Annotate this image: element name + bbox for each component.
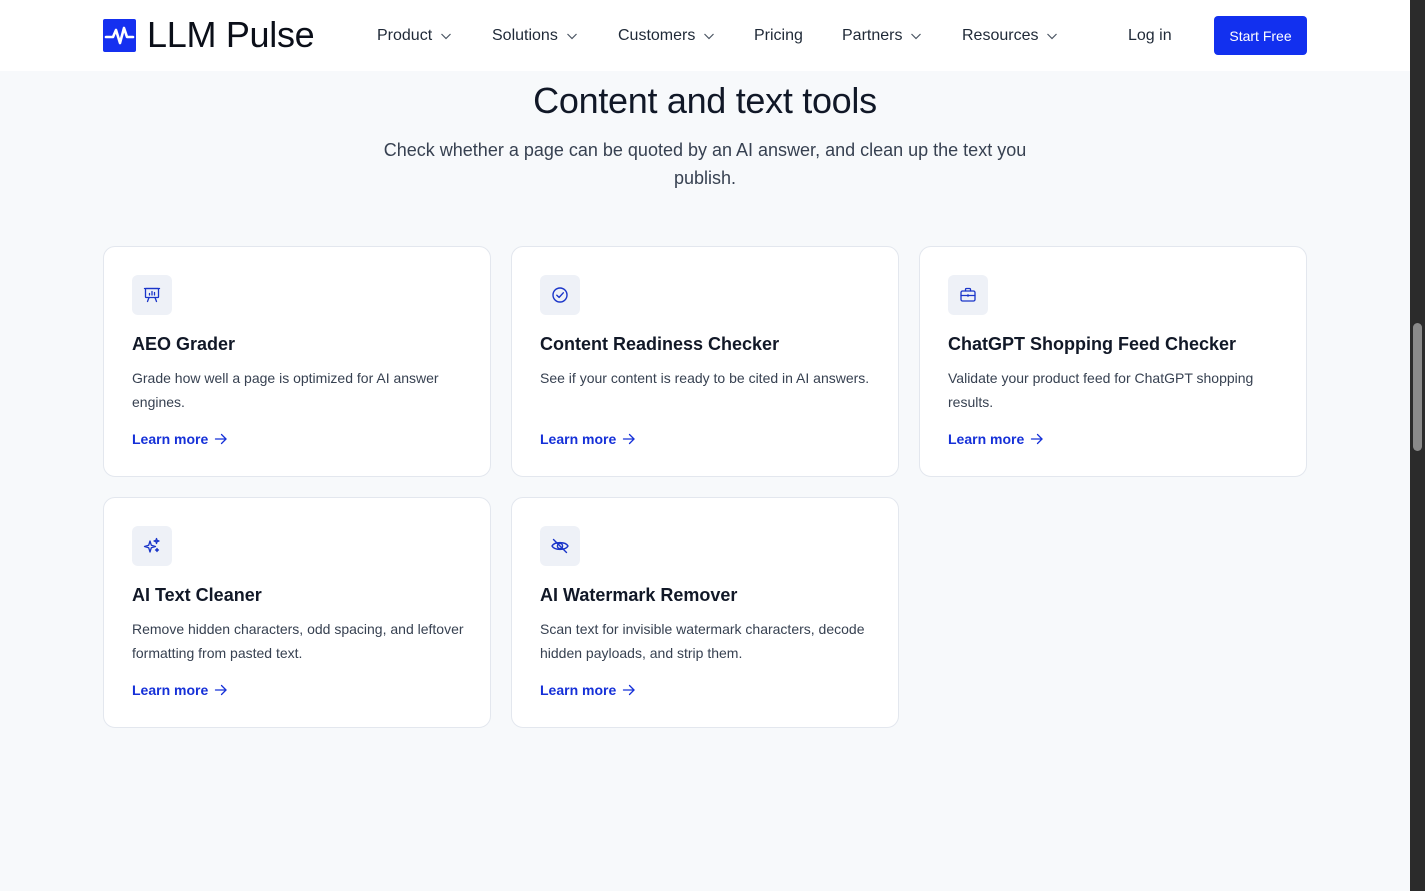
learn-more-link[interactable]: Learn more [540,430,636,448]
tool-card-ai-text-cleaner[interactable]: AI Text Cleaner Remove hidden characters… [103,497,491,728]
nav-product-label: Product [377,27,433,44]
arrow-right-icon [1031,433,1043,445]
nav-solutions-label: Solutions [492,27,558,44]
card-title: AI Text Cleaner [132,585,262,605]
arrow-right-icon [623,433,635,445]
logo-text: LLM Pulse [147,14,315,55]
logo-link[interactable]: LLM Pulse [103,14,315,55]
pulse-logo-icon [103,18,136,52]
nav-partners[interactable]: Partners [842,24,922,48]
nav-customers-label: Customers [618,27,696,44]
learn-more-link[interactable]: Learn more [132,681,228,699]
learn-more-link[interactable]: Learn more [540,681,636,699]
learn-more-label: Learn more [132,431,209,447]
card-description: Remove hidden characters, odd spacing, a… [132,621,464,661]
learn-more-link[interactable]: Learn more [132,430,228,448]
page: LLM Pulse Product Solutions Customers Pr… [0,0,1410,891]
chevron-down-icon [441,33,452,40]
section-subtitle: Check whether a page can be quoted by an… [383,140,1027,188]
tool-card-shopping-feed-checker[interactable]: ChatGPT Shopping Feed Checker Validate y… [919,246,1307,477]
scrollbar-thumb[interactable] [1413,323,1422,451]
presentation-chart-icon [132,275,172,315]
arrow-right-icon [215,433,227,445]
nav-solutions[interactable]: Solutions [492,24,578,48]
sparkles-icon [132,526,172,566]
tool-card-content-readiness[interactable]: Content Readiness Checker See if your co… [511,246,899,477]
arrow-right-icon [215,684,227,696]
eye-slash-icon [540,526,580,566]
learn-more-label: Learn more [540,682,617,698]
tool-card-ai-watermark-remover[interactable]: AI Watermark Remover Scan text for invis… [511,497,899,728]
card-title: AEO Grader [132,334,236,354]
login-link[interactable]: Log in [1128,24,1172,48]
card-title: Content Readiness Checker [540,334,780,354]
nav-customers[interactable]: Customers [618,24,715,48]
nav-partners-label: Partners [842,27,903,44]
chevron-down-icon [704,33,715,40]
arrow-right-icon [623,684,635,696]
card-description: Scan text for invisible watermark charac… [540,621,865,661]
card-title: AI Watermark Remover [540,585,738,605]
card-description: See if your content is ready to be cited… [540,370,870,386]
nav-resources-label: Resources [962,27,1039,44]
top-navbar: LLM Pulse Product Solutions Customers Pr… [0,0,1410,71]
learn-more-label: Learn more [948,431,1025,447]
learn-more-label: Learn more [132,682,209,698]
section-title: Content and text tools [533,80,877,121]
card-title: ChatGPT Shopping Feed Checker [948,334,1237,354]
tool-card-aeo-grader[interactable]: AEO Grader Grade how well a page is opti… [103,246,491,477]
nav-product[interactable]: Product [377,24,452,48]
nav-pricing[interactable]: Pricing [754,24,803,48]
card-description: Validate your product feed for ChatGPT s… [948,370,1254,410]
nav-pricing-label: Pricing [754,27,803,44]
chevron-down-icon [911,33,922,40]
nav-resources[interactable]: Resources [962,24,1058,48]
card-description: Grade how well a page is optimized for A… [132,370,439,410]
chevron-down-icon [566,33,577,40]
check-circle-icon [540,275,580,315]
learn-more-link[interactable]: Learn more [948,430,1044,448]
briefcase-icon [948,275,988,315]
learn-more-label: Learn more [540,431,617,447]
start-free-button[interactable]: Start Free [1214,16,1307,55]
chevron-down-icon [1047,33,1058,40]
